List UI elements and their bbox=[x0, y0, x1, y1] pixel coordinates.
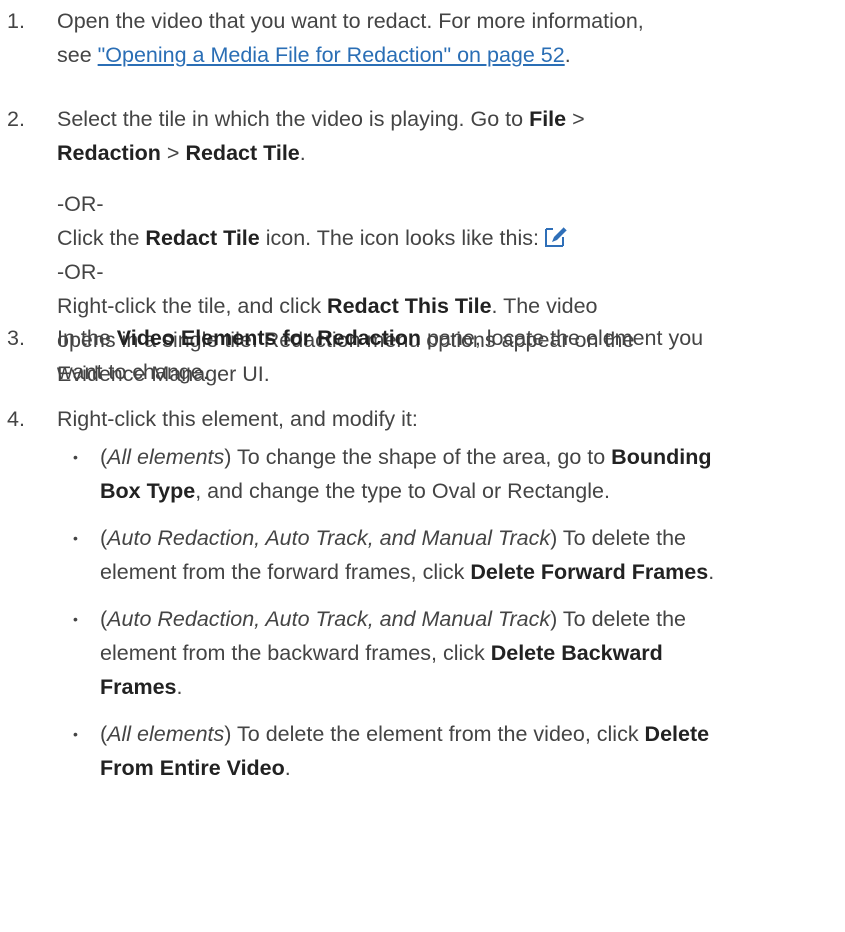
text-run: . bbox=[708, 560, 715, 584]
text-line: Redaction > Redact Tile. bbox=[57, 136, 306, 170]
text-run: want to change. bbox=[57, 360, 209, 384]
text-run: element from the backward frames, click bbox=[100, 641, 491, 665]
text-run: pane, locate the element you bbox=[421, 326, 704, 350]
text-line: element from the forward frames, click D… bbox=[100, 555, 714, 589]
bullet-dot: • bbox=[73, 449, 78, 465]
text-run: Right-click this element, and modify it: bbox=[57, 407, 418, 431]
element-scope: All elements bbox=[107, 722, 225, 746]
ui-term: Redact Tile bbox=[145, 226, 260, 250]
ui-term: Delete Backward bbox=[490, 641, 663, 665]
text-run: . bbox=[299, 141, 306, 165]
text-line: want to change. bbox=[57, 355, 209, 389]
ui-term: Redact This Tile bbox=[327, 294, 492, 318]
text-run: ) To delete the element from the video, … bbox=[224, 722, 645, 746]
text-run: ) To change the shape of the area, go to bbox=[224, 445, 612, 469]
text-run: . bbox=[284, 756, 291, 780]
text-line: element from the backward frames, click … bbox=[100, 636, 663, 670]
element-scope: Auto Redaction, Auto Track, and Manual T… bbox=[107, 526, 551, 550]
step-number: 1. bbox=[7, 9, 25, 33]
text-run: > bbox=[160, 141, 186, 165]
ui-term: Delete Forward Frames bbox=[470, 560, 709, 584]
text-line: Box Type, and change the type to Oval or… bbox=[100, 474, 610, 508]
text-line: Right-click the tile, and click Redact T… bbox=[57, 289, 598, 323]
text-run: . bbox=[564, 43, 571, 67]
text-run: Select the tile in which the video is pl… bbox=[57, 107, 530, 131]
element-scope: Auto Redaction, Auto Track, and Manual T… bbox=[107, 607, 551, 631]
text-run: Click the bbox=[57, 226, 146, 250]
ui-term: Redact Tile bbox=[185, 141, 300, 165]
text-run: ) To delete the bbox=[550, 526, 687, 550]
text-line: (Auto Redaction, Auto Track, and Manual … bbox=[100, 521, 686, 555]
document-page: 1. Open the video that you want to redact… bbox=[0, 0, 845, 932]
ui-term: Video Elements for Redaction bbox=[116, 326, 422, 350]
text-line: (All elements) To delete the element fro… bbox=[100, 717, 709, 751]
ui-term: Frames bbox=[100, 675, 177, 699]
text-run: , and change the type to Oval or Rectang… bbox=[195, 479, 610, 503]
text-run: -OR- bbox=[57, 192, 104, 216]
text-line: see "Opening a Media File for Redaction"… bbox=[57, 38, 571, 72]
text-line: (All elements) To change the shape of th… bbox=[100, 440, 711, 474]
bullet-dot: • bbox=[73, 611, 78, 627]
cross-reference-link[interactable]: "Opening a Media File for Redaction" on … bbox=[98, 43, 565, 67]
text-run: Right-click the tile, and click bbox=[57, 294, 328, 318]
step-number: 4. bbox=[7, 407, 25, 431]
element-scope: All elements bbox=[107, 445, 225, 469]
ui-term: Bounding bbox=[611, 445, 712, 469]
bullet-dot: • bbox=[73, 726, 78, 742]
text-line: Right-click this element, and modify it: bbox=[57, 402, 418, 436]
step-number: 3. bbox=[7, 326, 25, 350]
text-run: > bbox=[566, 107, 585, 131]
text-line: Frames. bbox=[100, 670, 182, 704]
text-line: -OR- bbox=[57, 187, 104, 221]
text-line: From Entire Video. bbox=[100, 751, 291, 785]
ui-term: From Entire Video bbox=[100, 756, 285, 780]
text-run: icon. The icon looks like this: bbox=[259, 226, 539, 250]
text-line: -OR- bbox=[57, 255, 104, 289]
text-line: In the Video Elements for Redaction pane… bbox=[57, 321, 703, 355]
bullet-dot: • bbox=[73, 530, 78, 546]
redact-tile-icon bbox=[543, 223, 569, 249]
text-run: Open the video that you want to redact. … bbox=[57, 9, 644, 33]
ui-term: Delete bbox=[644, 722, 710, 746]
step-number: 2. bbox=[7, 107, 25, 131]
text-line: Click the Redact Tile icon. The icon loo… bbox=[57, 221, 569, 255]
text-run: -OR- bbox=[57, 260, 104, 284]
text-run: . The video bbox=[491, 294, 598, 318]
text-line: (Auto Redaction, Auto Track, and Manual … bbox=[100, 602, 686, 636]
text-run: ) To delete the bbox=[550, 607, 687, 631]
ui-term: Box Type bbox=[100, 479, 196, 503]
ui-term: Redaction bbox=[57, 141, 161, 165]
text-run: . bbox=[176, 675, 183, 699]
text-run: element from the forward frames, click bbox=[100, 560, 471, 584]
text-run: see bbox=[57, 43, 98, 67]
text-run: In the bbox=[57, 326, 117, 350]
ui-term: File bbox=[529, 107, 567, 131]
text-line: Select the tile in which the video is pl… bbox=[57, 102, 585, 136]
text-line: Open the video that you want to redact. … bbox=[57, 4, 644, 38]
